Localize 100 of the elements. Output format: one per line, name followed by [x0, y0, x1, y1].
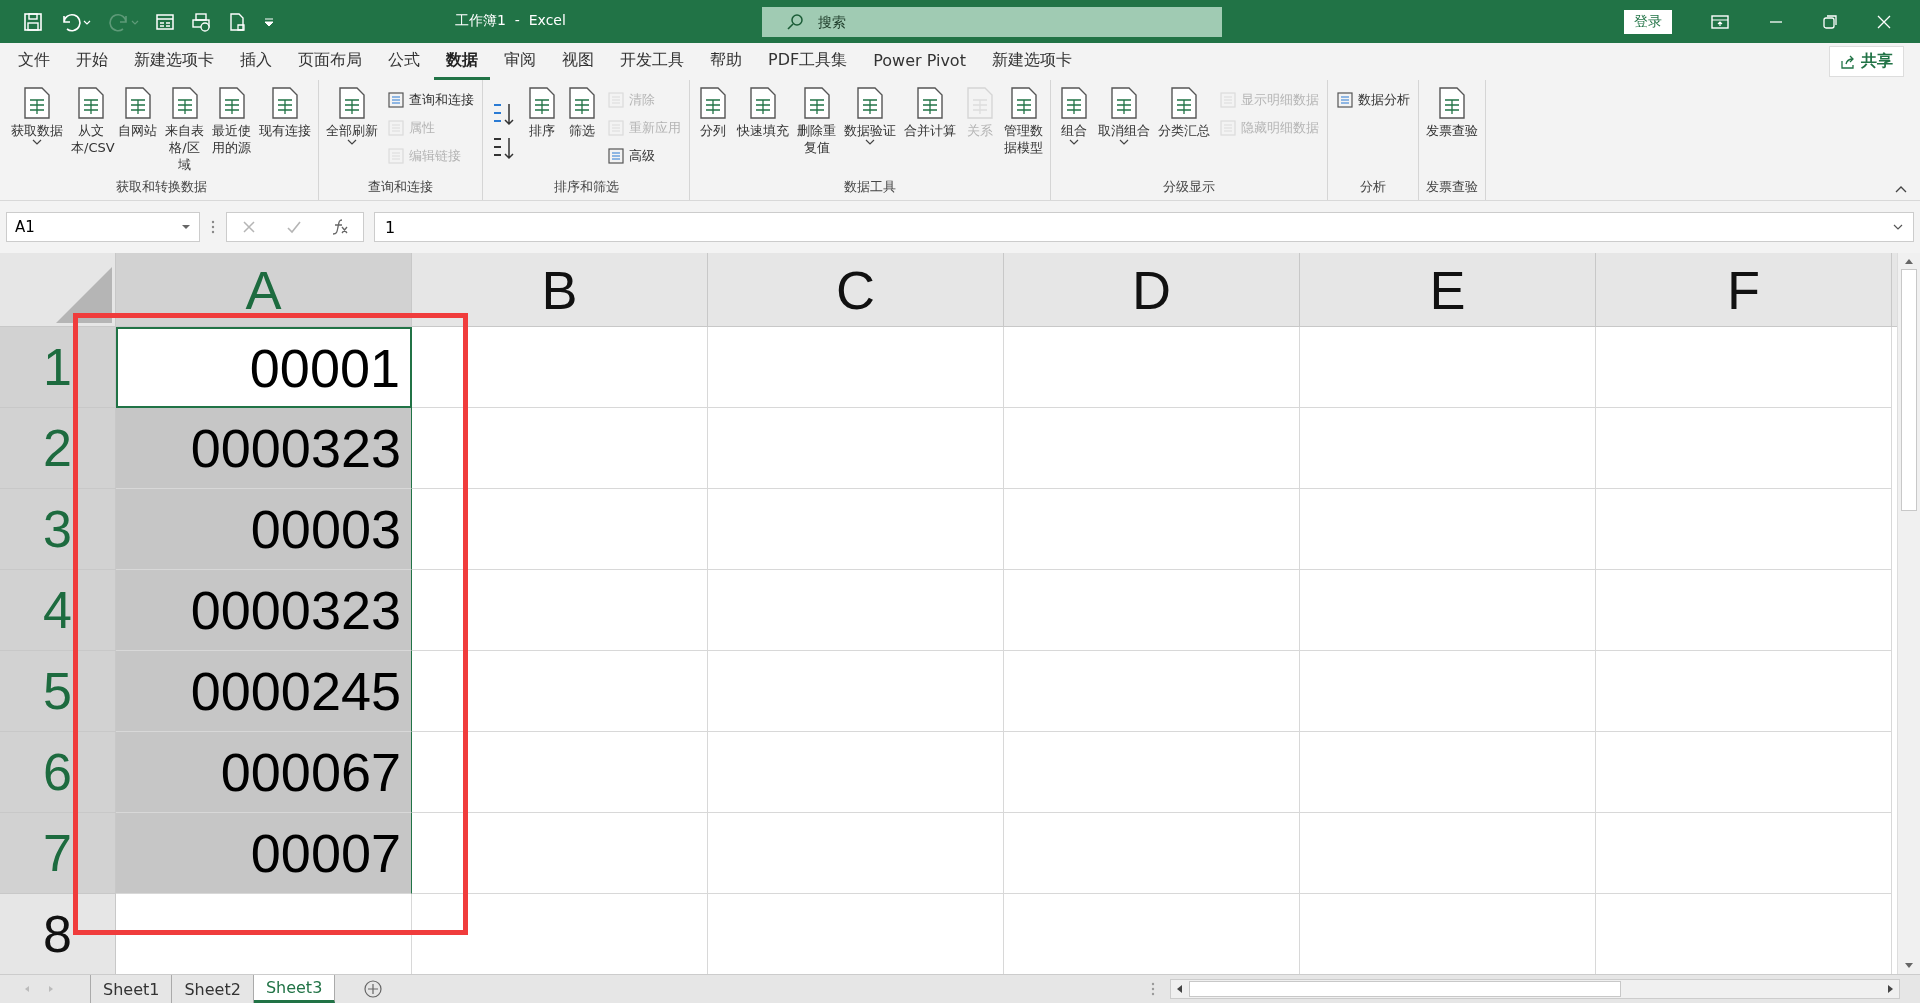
sheet-tab[interactable]: Sheet2 [172, 975, 254, 1003]
formula-field[interactable]: 1 [374, 212, 1914, 242]
column-header[interactable]: F [1596, 253, 1892, 326]
ribbon-small-button[interactable]: 查询和连接 [383, 86, 478, 114]
share-icon [1840, 53, 1856, 70]
ribbon-tab[interactable]: 页面布局 [286, 43, 374, 80]
column-header[interactable]: E [1300, 253, 1596, 326]
table-icon [1108, 86, 1140, 120]
share-button[interactable]: 共享 [1829, 46, 1904, 77]
column-header[interactable]: A [116, 253, 412, 326]
table-icon [269, 86, 301, 120]
table-cell: 00003 [116, 489, 412, 570]
ribbon-button[interactable]: 从文本/CSV [68, 86, 113, 178]
arrow-up-icon[interactable] [1904, 257, 1914, 265]
collapse-icon[interactable] [1894, 184, 1908, 194]
triangle-icon [56, 267, 112, 323]
ribbon-tab[interactable]: 视图 [550, 43, 606, 80]
ribbon-button[interactable]: 最近使用的源 [209, 86, 254, 178]
ribbon-button[interactable]: 数据验证 [841, 86, 899, 178]
row-header[interactable]: 2 [0, 408, 116, 489]
group-label: 发票查验 [1425, 178, 1479, 196]
row-header[interactable]: 8 [0, 894, 116, 974]
ribbon-button[interactable]: 分类汇总 [1155, 86, 1213, 178]
group-label: 分级显示 [1162, 178, 1216, 196]
caret-icon[interactable] [1893, 224, 1903, 230]
table-cell: 0000323 [116, 570, 412, 651]
ribbon-tab[interactable]: 公式 [376, 43, 432, 80]
ribbon-button[interactable]: 自网站 [115, 86, 160, 178]
arrow-right-icon[interactable] [1885, 984, 1895, 994]
ribbon-button[interactable]: 组合 [1055, 86, 1093, 178]
ribbon-small-button[interactable]: 数据分析 [1332, 86, 1414, 114]
row-header[interactable]: 4 [0, 570, 116, 651]
table-icon [21, 86, 53, 120]
row-header[interactable]: 5 [0, 651, 116, 732]
sheet-tab[interactable]: Sheet1 [91, 975, 173, 1003]
ribbon-small-button[interactable]: 高级 [603, 142, 685, 170]
ribbon-tab[interactable]: PDF工具集 [756, 43, 860, 80]
close-icon[interactable] [1876, 13, 1892, 30]
group-label: 获取和转换数据 [114, 178, 208, 196]
ribbon-tab[interactable]: 插入 [228, 43, 284, 80]
column-header[interactable]: D [1004, 253, 1300, 326]
ribbon-button[interactable]: 删除重复值 [794, 86, 839, 178]
search-icon [786, 12, 804, 31]
restore-icon[interactable] [1822, 13, 1838, 30]
arrow-left-icon[interactable] [1175, 984, 1185, 994]
scroll-thumb[interactable] [1189, 981, 1621, 997]
horizontal-scrollbar[interactable] [1170, 979, 1900, 999]
column-header[interactable]: B [412, 253, 708, 326]
ribbon-button[interactable]: 快速填充 [734, 86, 792, 178]
ribbon-tab[interactable]: 文件 [6, 43, 62, 80]
printer-icon[interactable] [190, 10, 212, 33]
row-header[interactable]: 6 [0, 732, 116, 813]
table-icon [854, 86, 886, 120]
ribbon-button[interactable]: 管理数据模型 [1001, 86, 1046, 178]
drag-handle-icon[interactable] [210, 218, 216, 236]
group-label: 分析 [1359, 178, 1387, 196]
arrow-down-icon[interactable] [1904, 962, 1914, 970]
search-field[interactable]: 搜索 [762, 6, 1222, 37]
row-header[interactable]: 7 [0, 813, 116, 894]
drag-handle-icon[interactable] [1150, 981, 1156, 997]
table-cell: 0000323 [116, 408, 412, 489]
table-cell: 00001 [116, 327, 412, 408]
sheet-tab[interactable]: Sheet3 [253, 975, 336, 1003]
vertical-scrollbar[interactable] [1897, 253, 1920, 974]
add-icon[interactable] [363, 979, 384, 999]
ribbon-display-icon[interactable] [1710, 12, 1730, 31]
ribbon-button[interactable]: 分列 [694, 86, 732, 178]
ribbon-button[interactable]: 排序 [523, 86, 561, 178]
ribbon-tab[interactable]: 开始 [64, 43, 120, 80]
group-label: 排序和筛选 [552, 178, 620, 196]
table-icon [526, 86, 558, 120]
name-box[interactable]: A1 [6, 212, 200, 242]
list-icon [607, 147, 625, 165]
ribbon-button[interactable]: 来自表格/区域 [162, 86, 207, 178]
ribbon-button[interactable]: 筛选 [563, 86, 601, 178]
ribbon-tab[interactable]: 新建选项卡 [122, 43, 226, 80]
login-button[interactable]: 登录 [1624, 9, 1672, 34]
table-icon [566, 86, 598, 120]
ribbon-button[interactable]: 取消组合 [1095, 86, 1153, 178]
group-label: 数据工具 [843, 178, 897, 196]
save-icon[interactable] [22, 10, 44, 33]
table-icon [1436, 86, 1468, 120]
table-icon [1058, 86, 1090, 120]
caret-icon [181, 224, 191, 230]
ribbon-button[interactable]: 全部刷新 [323, 86, 381, 178]
ribbon-tab[interactable]: Power Pivot [861, 43, 978, 80]
ribbon-tab[interactable]: 新建选项卡 [979, 43, 1084, 80]
scroll-thumb[interactable] [1901, 269, 1917, 511]
window-title: 工作簿1 - Excel [455, 12, 566, 30]
row-header[interactable]: 1 [0, 327, 116, 408]
ribbon-button[interactable]: 合并计算 [901, 86, 959, 178]
ribbon-button[interactable]: 获取数据 [8, 86, 66, 178]
ribbon-button[interactable]: 现有连接 [256, 86, 314, 178]
row-header[interactable]: 3 [0, 489, 116, 570]
ribbon-button[interactable]: 发票查验 [1423, 86, 1481, 178]
table-cell: 0000245 [116, 651, 412, 732]
ribbon-tab[interactable]: 帮助 [698, 43, 754, 80]
column-header[interactable]: C [708, 253, 1004, 326]
ribbon-tab[interactable]: 开发工具 [608, 43, 696, 80]
ribbon-tab[interactable]: 审阅 [492, 43, 548, 80]
